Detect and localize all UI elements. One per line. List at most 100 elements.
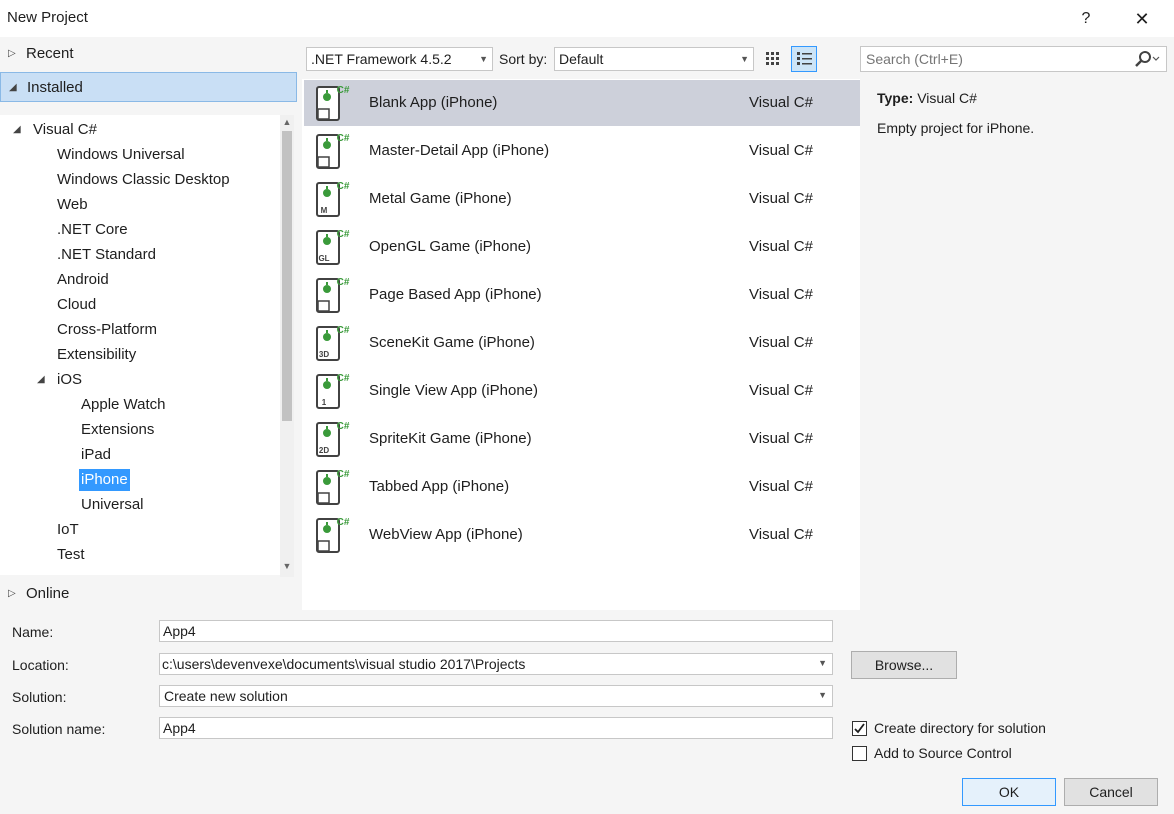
template-row[interactable]: 1 C# Single View App (iPhone) Visual C#	[304, 368, 860, 414]
template-name: Blank App (iPhone)	[369, 94, 498, 111]
svg-text:1: 1	[322, 398, 327, 407]
template-row[interactable]: 2D C# SpriteKit Game (iPhone) Visual C#	[304, 416, 860, 462]
template-row[interactable]: C# Page Based App (iPhone) Visual C#	[304, 272, 860, 318]
tree-item[interactable]: iPhone	[79, 469, 130, 491]
tree-item[interactable]: Windows Universal	[57, 144, 185, 166]
help-button[interactable]: ?	[1074, 7, 1098, 31]
solution-name-label: Solution name:	[12, 721, 106, 737]
expand-arrow-icon[interactable]: ▷	[8, 39, 16, 69]
name-input[interactable]	[160, 621, 832, 641]
tree-item[interactable]: Visual C#	[33, 119, 97, 141]
template-row[interactable]: C# Blank App (iPhone) Visual C#	[304, 80, 860, 126]
template-row[interactable]: C# WebView App (iPhone) Visual C#	[304, 512, 860, 558]
scroll-up-icon[interactable]: ▲	[282, 117, 292, 127]
svg-text:C#: C#	[337, 517, 350, 528]
chevron-down-icon: ▼	[740, 54, 749, 64]
template-language: Visual C#	[749, 94, 813, 111]
tree-item[interactable]: Web	[57, 194, 88, 216]
template-language: Visual C#	[749, 526, 813, 543]
collapse-arrow-icon[interactable]: ◢	[37, 374, 45, 385]
solution-name-field[interactable]	[159, 717, 833, 739]
search-input[interactable]	[861, 47, 1121, 71]
ok-button[interactable]: OK	[962, 778, 1056, 806]
list-view-button[interactable]	[791, 46, 817, 72]
cancel-button[interactable]: Cancel	[1064, 778, 1158, 806]
tree-item[interactable]: Cross-Platform	[57, 319, 157, 341]
name-field[interactable]	[159, 620, 833, 642]
checkmark-icon	[854, 723, 865, 734]
template-row[interactable]: C# Master-Detail App (iPhone) Visual C#	[304, 128, 860, 174]
template-name: Metal Game (iPhone)	[369, 190, 512, 207]
collapse-arrow-icon[interactable]: ◢	[9, 73, 17, 103]
template-name: Page Based App (iPhone)	[369, 286, 542, 303]
chevron-down-icon[interactable]: ▼	[818, 658, 827, 668]
tree-item[interactable]: Extensions	[81, 419, 154, 441]
browse-button[interactable]: Browse...	[851, 651, 957, 679]
sort-dropdown[interactable]: Default ▼	[554, 47, 754, 71]
search-box[interactable]	[860, 46, 1167, 72]
svg-text:3D: 3D	[319, 350, 329, 359]
small-icons-view-button[interactable]	[760, 46, 786, 72]
collapse-arrow-icon[interactable]: ◢	[13, 124, 21, 135]
svg-text:C#: C#	[337, 133, 350, 144]
tree-item[interactable]: Windows Classic Desktop	[57, 169, 230, 191]
create-directory-label[interactable]: Create directory for solution	[874, 720, 1046, 736]
ios-app-template-icon: C#	[316, 469, 350, 505]
template-row[interactable]: 3D C# SceneKit Game (iPhone) Visual C#	[304, 320, 860, 366]
template-row[interactable]: M C# Metal Game (iPhone) Visual C#	[304, 176, 860, 222]
tree-item[interactable]: Cloud	[57, 294, 96, 316]
svg-text:C#: C#	[337, 421, 350, 432]
ios-app-template-icon: GL C#	[316, 229, 350, 265]
scrollbar-thumb[interactable]	[282, 131, 292, 421]
project-form: Name: Location: c:\users\devenvexe\docum…	[0, 612, 1174, 814]
create-directory-checkbox[interactable]	[852, 721, 867, 736]
search-icon[interactable]	[1133, 50, 1161, 71]
chevron-down-icon: ▼	[818, 690, 827, 700]
tree-item[interactable]: .NET Core	[57, 219, 128, 241]
chevron-down-icon: ▼	[479, 54, 488, 64]
ios-app-template-icon: C#	[316, 133, 350, 169]
type-row: Type: Visual C#	[877, 90, 977, 106]
location-label: Location:	[12, 657, 69, 673]
framework-dropdown[interactable]: .NET Framework 4.5.2 ▼	[306, 47, 493, 71]
svg-text:M: M	[321, 206, 328, 215]
tree-item[interactable]: IoT	[57, 519, 79, 541]
ios-app-template-icon: 3D C#	[316, 325, 350, 361]
template-language: Visual C#	[749, 238, 813, 255]
expand-arrow-icon[interactable]: ▷	[8, 579, 16, 609]
tree-item[interactable]: Universal	[81, 494, 144, 516]
nav-online[interactable]: ▷ Online	[0, 579, 297, 609]
template-tree: ◢ Visual C# Windows Universal Windows Class…	[0, 115, 280, 575]
template-name: SpriteKit Game (iPhone)	[369, 430, 532, 447]
nav-installed[interactable]: ◢ Installed	[0, 72, 297, 102]
template-description: Empty project for iPhone.	[877, 120, 1035, 136]
nav-recent[interactable]: ▷ Recent	[0, 39, 297, 69]
list-view-icon	[797, 52, 812, 65]
source-control-label[interactable]: Add to Source Control	[874, 745, 1012, 761]
tree-item[interactable]: Extensibility	[57, 344, 136, 366]
source-control-checkbox[interactable]	[852, 746, 867, 761]
scroll-down-icon[interactable]: ▼	[282, 561, 292, 571]
solution-dropdown[interactable]: Create new solution ▼	[159, 685, 833, 707]
name-label: Name:	[12, 624, 54, 640]
tree-item[interactable]: Apple Watch	[81, 394, 166, 416]
template-row[interactable]: C# Tabbed App (iPhone) Visual C#	[304, 464, 860, 510]
svg-text:C#: C#	[337, 373, 350, 384]
tree-item[interactable]: iPad	[81, 444, 111, 466]
template-row[interactable]: GL C# OpenGL Game (iPhone) Visual C#	[304, 224, 860, 270]
location-combo[interactable]: c:\users\devenvexe\documents\visual stud…	[159, 653, 833, 675]
svg-text:C#: C#	[337, 325, 350, 336]
tree-item[interactable]: .NET Standard	[57, 244, 156, 266]
close-button[interactable]: ✕	[1128, 6, 1156, 32]
template-language: Visual C#	[749, 334, 813, 351]
ios-app-template-icon: M C#	[316, 181, 350, 217]
tree-item[interactable]: iOS	[57, 369, 82, 391]
tree-scrollbar[interactable]: ▲ ▼	[280, 115, 294, 577]
tree-item[interactable]: Test	[57, 544, 85, 566]
solution-value: Create new solution	[164, 688, 288, 704]
title-bar: New Project ? ✕	[0, 0, 1174, 37]
solution-name-input[interactable]	[160, 718, 832, 738]
tree-item[interactable]: Android	[57, 269, 109, 291]
svg-text:C#: C#	[337, 277, 350, 288]
location-value: c:\users\devenvexe\documents\visual stud…	[162, 656, 526, 672]
